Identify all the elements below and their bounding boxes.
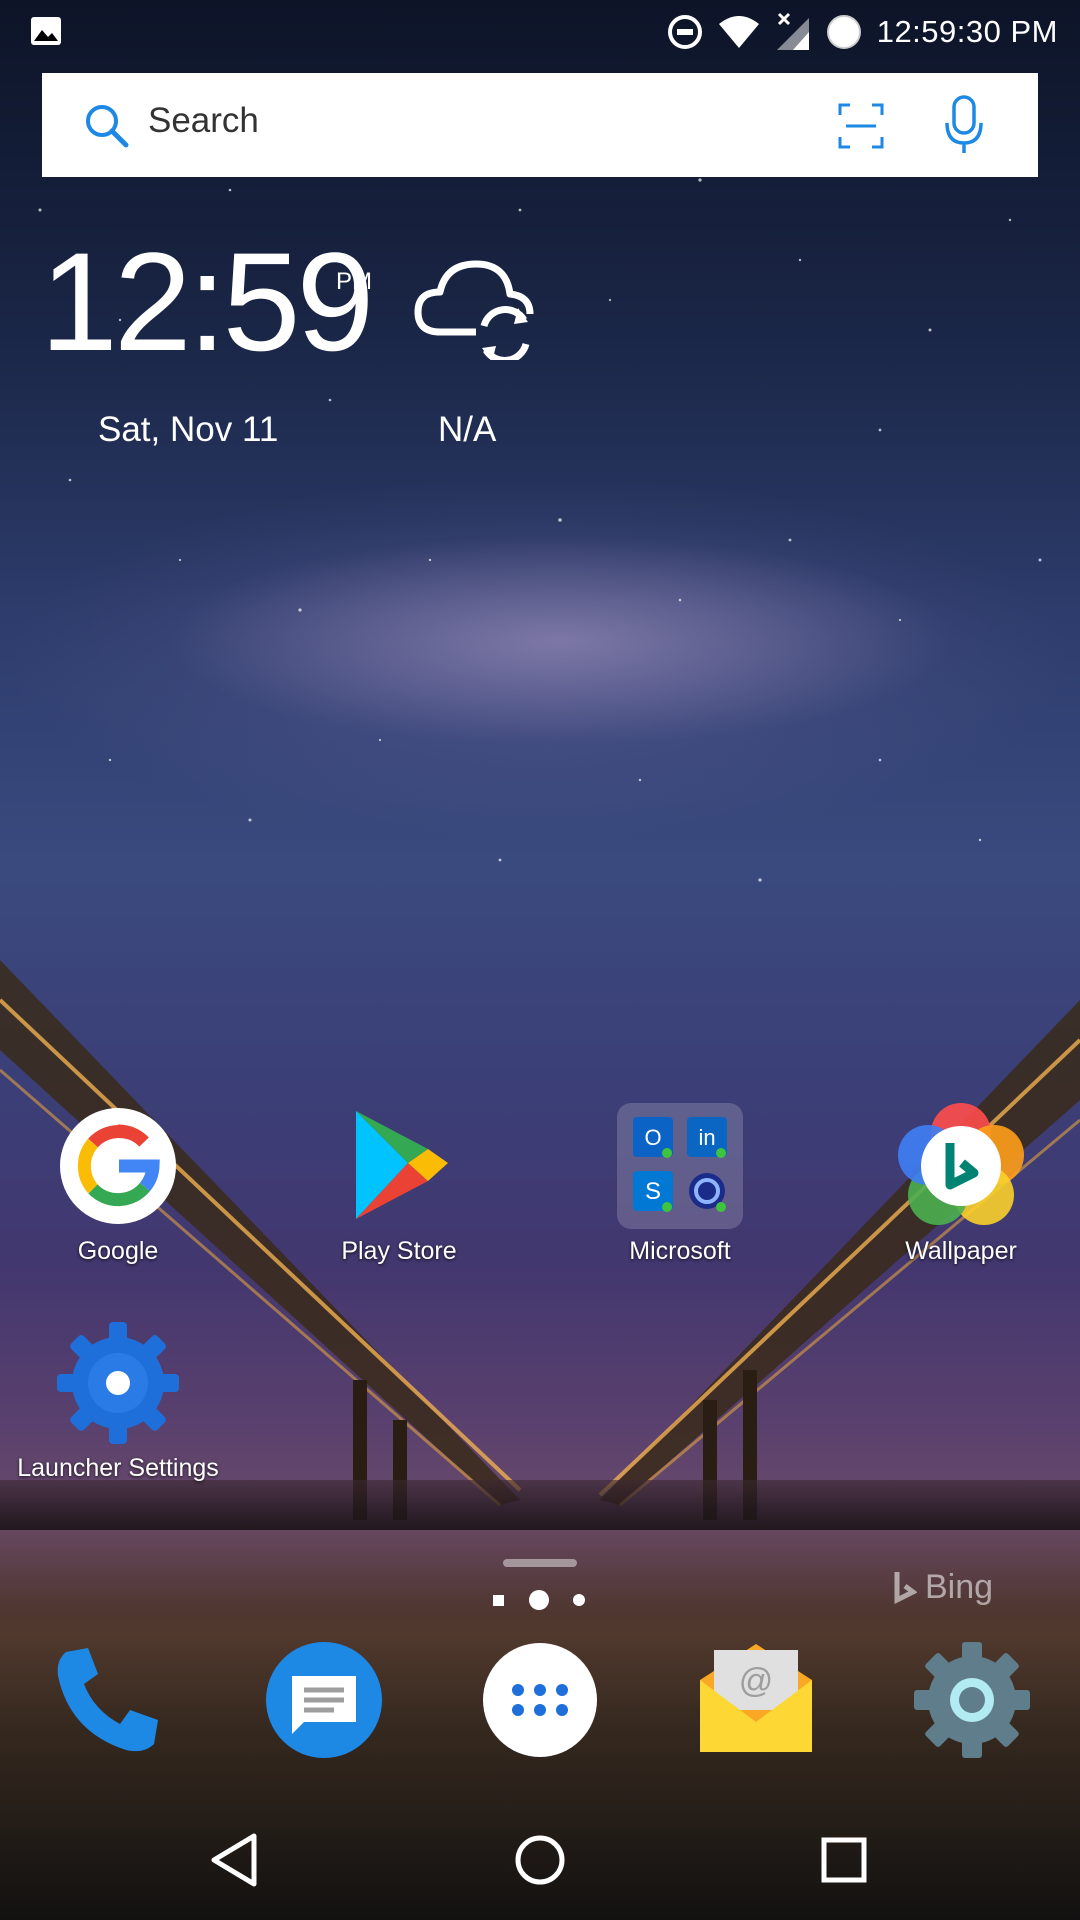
launcher-settings-icon [55, 1320, 181, 1446]
settings-gear-icon [914, 1642, 1030, 1758]
microsoft-folder-icon: O in S [617, 1103, 743, 1229]
app-wallpaper[interactable]: Wallpaper [831, 1103, 1080, 1266]
page-dot-feed [493, 1595, 504, 1606]
phone-icon [57, 1648, 158, 1752]
app-play-store[interactable]: Play Store [269, 1103, 529, 1266]
bing-logo-icon [894, 1572, 917, 1604]
dock-email[interactable]: @ [696, 1640, 816, 1760]
messages-icon [266, 1642, 382, 1758]
dock-phone[interactable] [48, 1640, 168, 1760]
back-icon[interactable] [206, 1830, 266, 1890]
scan-icon[interactable] [838, 103, 884, 149]
dock-settings[interactable] [912, 1640, 1032, 1760]
clock-date[interactable]: Sat, Nov 11 [98, 410, 278, 450]
dock-app-drawer[interactable] [480, 1640, 600, 1760]
status-bar: 12:59:30 PM [0, 0, 1080, 64]
navigation-bar [0, 1800, 1080, 1920]
page-dot [573, 1594, 585, 1606]
app-label: Wallpaper [905, 1237, 1017, 1265]
wifi-icon [718, 16, 759, 48]
signal-no-data-icon [776, 12, 809, 50]
svg-text:@: @ [739, 1662, 774, 1700]
bing-label: Bing [925, 1568, 994, 1606]
page-dot-current [529, 1590, 549, 1610]
svg-text:S: S [645, 1178, 661, 1205]
app-label: Launcher Settings [17, 1454, 219, 1482]
battery-icon [826, 15, 861, 49]
image-notification-icon [31, 17, 61, 45]
search-input[interactable]: Search [148, 101, 259, 141]
svg-text:in: in [698, 1125, 715, 1150]
do-not-disturb-icon [667, 15, 702, 49]
app-label: Play Store [341, 1237, 457, 1265]
dock-messages[interactable] [264, 1640, 384, 1760]
home-icon[interactable] [510, 1830, 570, 1890]
play-store-icon [336, 1103, 462, 1229]
microphone-icon[interactable] [944, 95, 984, 155]
bing-wallpaper-icon [898, 1103, 1024, 1229]
app-drawer-icon [483, 1643, 597, 1757]
clock-ampm: PM [336, 268, 372, 295]
email-icon: @ [700, 1644, 812, 1752]
recents-icon[interactable] [814, 1830, 874, 1890]
google-icon [55, 1103, 181, 1229]
search-icon[interactable] [82, 101, 132, 151]
app-launcher-settings[interactable]: Launcher Settings [0, 1320, 248, 1483]
app-google[interactable]: Google [0, 1103, 248, 1266]
app-label: Microsoft [629, 1237, 731, 1265]
clock-time[interactable]: 12:59 [40, 232, 374, 372]
app-label: Google [77, 1237, 159, 1265]
app-microsoft-folder[interactable]: O in S Microsoft [550, 1103, 810, 1266]
cloud-sync-icon[interactable] [410, 250, 540, 360]
status-time: 12:59:30 PM [876, 14, 1058, 49]
weather-status[interactable]: N/A [438, 410, 496, 450]
app-drawer-handle[interactable] [503, 1559, 577, 1567]
page-indicator[interactable] [490, 1590, 600, 1610]
bing-credit[interactable]: Bing [894, 1568, 994, 1607]
svg-text:O: O [644, 1125, 661, 1150]
search-bar[interactable]: Search [42, 73, 1038, 177]
